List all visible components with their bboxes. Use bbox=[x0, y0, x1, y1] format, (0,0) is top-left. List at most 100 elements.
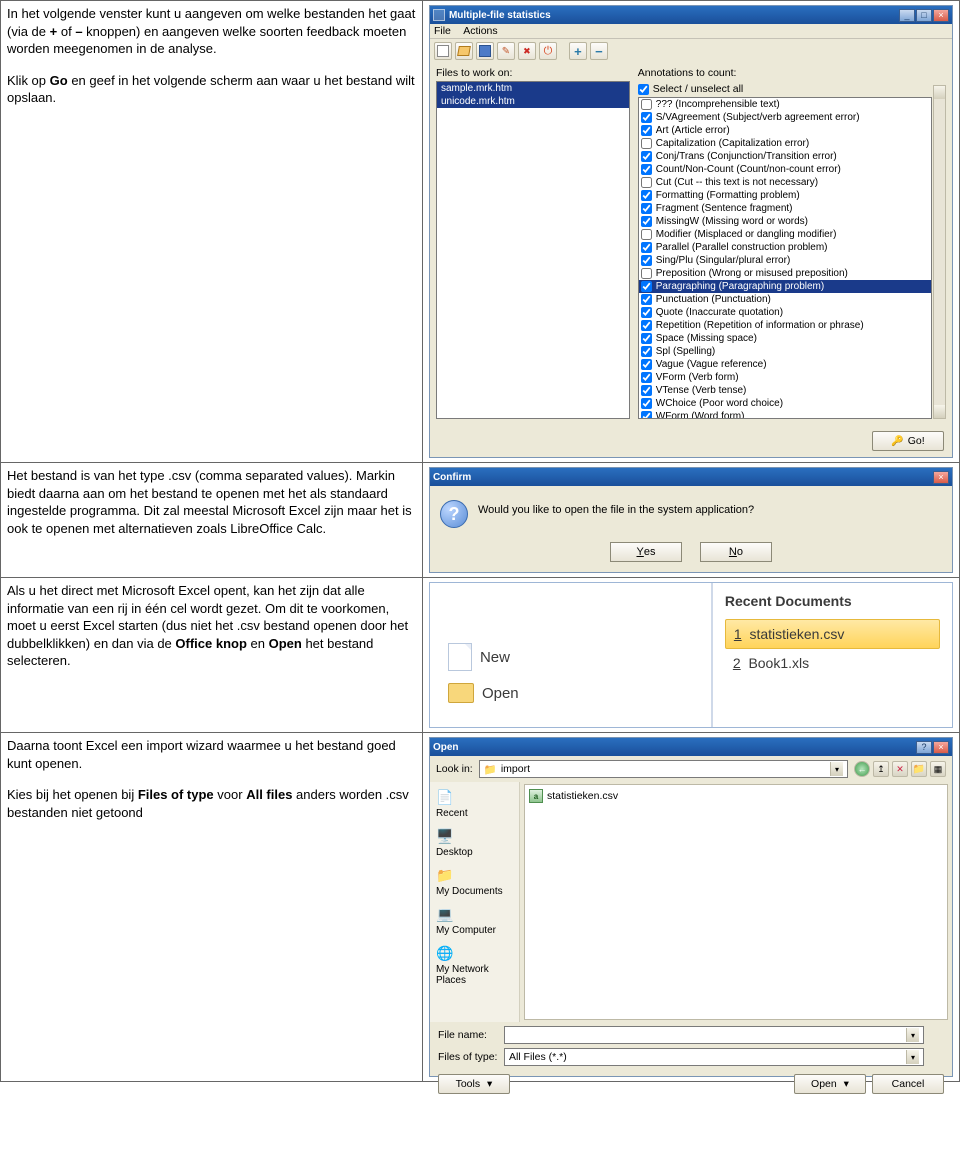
no-button[interactable]: No bbox=[700, 542, 772, 562]
files-listbox[interactable]: sample.mrk.htm unicode.mrk.htm bbox=[436, 81, 630, 419]
up-icon[interactable] bbox=[873, 761, 889, 777]
annotation-checkbox[interactable] bbox=[641, 294, 652, 305]
file-item[interactable]: unicode.mrk.htm bbox=[437, 95, 629, 108]
delete-icon[interactable] bbox=[892, 761, 908, 777]
tools-button[interactable]: Tools ▾ bbox=[438, 1074, 510, 1094]
annotation-checkbox[interactable] bbox=[641, 372, 652, 383]
annotation-item[interactable]: Space (Missing space) bbox=[639, 332, 931, 345]
close-button[interactable]: × bbox=[933, 741, 949, 754]
select-all-checkbox[interactable] bbox=[638, 84, 649, 95]
annotation-item[interactable]: Spl (Spelling) bbox=[639, 345, 931, 358]
recent-item-1[interactable]: 1 statistieken.csv bbox=[725, 619, 940, 649]
delete-icon[interactable] bbox=[518, 42, 536, 60]
annotation-item[interactable]: WForm (Word form) bbox=[639, 410, 931, 419]
annotation-checkbox[interactable] bbox=[641, 320, 652, 331]
annotation-checkbox[interactable] bbox=[641, 177, 652, 188]
annotation-item[interactable]: Capitalization (Capitalization error) bbox=[639, 137, 931, 150]
filename-input[interactable]: ▾ bbox=[504, 1026, 924, 1044]
annotation-label: Fragment (Sentence fragment) bbox=[656, 202, 793, 215]
place-mynetwork[interactable]: 🌐My Network Places bbox=[432, 942, 517, 988]
office-menu-new[interactable]: New bbox=[440, 637, 640, 677]
place-mycomputer[interactable]: 💻My Computer bbox=[432, 903, 517, 938]
yes-button[interactable]: Yes bbox=[610, 542, 682, 562]
new-folder-icon[interactable] bbox=[911, 761, 927, 777]
place-desktop[interactable]: 🖥️Desktop bbox=[432, 825, 517, 860]
annotation-item[interactable]: Sing/Plu (Singular/plural error) bbox=[639, 254, 931, 267]
annotation-item[interactable]: Parallel (Parallel construction problem) bbox=[639, 241, 931, 254]
annotation-item[interactable]: Paragraphing (Paragraphing problem) bbox=[639, 280, 931, 293]
file-item[interactable]: sample.mrk.htm bbox=[437, 82, 629, 95]
dropdown-icon[interactable]: ▾ bbox=[830, 762, 843, 776]
help-button[interactable]: ? bbox=[916, 741, 932, 754]
menu-file[interactable]: File bbox=[434, 25, 451, 37]
annotation-item[interactable]: Formatting (Formatting problem) bbox=[639, 189, 931, 202]
go-button[interactable]: Go! bbox=[872, 431, 944, 451]
annotation-item[interactable]: S/VAgreement (Subject/verb agreement err… bbox=[639, 111, 931, 124]
annotation-checkbox[interactable] bbox=[641, 346, 652, 357]
back-icon[interactable] bbox=[854, 761, 870, 777]
maximize-button[interactable]: □ bbox=[916, 9, 932, 22]
annotation-checkbox[interactable] bbox=[641, 216, 652, 227]
scrollbar[interactable] bbox=[933, 85, 946, 419]
annotation-item[interactable]: VTense (Verb tense) bbox=[639, 384, 931, 397]
annotation-item[interactable]: Quote (Inaccurate quotation) bbox=[639, 306, 931, 319]
annotation-checkbox[interactable] bbox=[641, 385, 652, 396]
edit-icon[interactable] bbox=[497, 42, 515, 60]
annotation-checkbox[interactable] bbox=[641, 307, 652, 318]
annotation-checkbox[interactable] bbox=[641, 125, 652, 136]
annotation-item[interactable]: Punctuation (Punctuation) bbox=[639, 293, 931, 306]
annotation-checkbox[interactable] bbox=[641, 333, 652, 344]
annotation-item[interactable]: WChoice (Poor word choice) bbox=[639, 397, 931, 410]
open-icon[interactable] bbox=[455, 42, 473, 60]
office-menu-open[interactable]: Open bbox=[440, 677, 640, 709]
file-list[interactable]: a statistieken.csv bbox=[524, 784, 948, 1020]
place-mydocuments[interactable]: 📁My Documents bbox=[432, 864, 517, 899]
annotations-checklist[interactable]: ??? (Incomprehensible text)S/VAgreement … bbox=[638, 97, 932, 419]
file-item[interactable]: a statistieken.csv bbox=[529, 789, 943, 803]
annotation-item[interactable]: Count/Non-Count (Count/non-count error) bbox=[639, 163, 931, 176]
add-file-icon[interactable] bbox=[569, 42, 587, 60]
annotation-checkbox[interactable] bbox=[641, 151, 652, 162]
annotation-checkbox[interactable] bbox=[641, 268, 652, 279]
annotation-checkbox[interactable] bbox=[641, 99, 652, 110]
annotation-item[interactable]: ??? (Incomprehensible text) bbox=[639, 98, 931, 111]
annotation-checkbox[interactable] bbox=[641, 411, 652, 419]
look-in-combo[interactable]: 📁 import ▾ bbox=[479, 760, 848, 778]
menu-actions[interactable]: Actions bbox=[463, 25, 497, 37]
annotation-item[interactable]: Fragment (Sentence fragment) bbox=[639, 202, 931, 215]
annotation-item[interactable]: Vague (Vague reference) bbox=[639, 358, 931, 371]
place-recent[interactable]: 📄Recent bbox=[432, 786, 517, 821]
annotation-item[interactable]: Repetition (Repetition of information or… bbox=[639, 319, 931, 332]
annotation-checkbox[interactable] bbox=[641, 281, 652, 292]
annotation-checkbox[interactable] bbox=[641, 359, 652, 370]
annotation-checkbox[interactable] bbox=[641, 255, 652, 266]
annotation-checkbox[interactable] bbox=[641, 138, 652, 149]
annotation-item[interactable]: Modifier (Misplaced or dangling modifier… bbox=[639, 228, 931, 241]
recent-item-2[interactable]: 2 Book1.xls bbox=[725, 649, 940, 677]
annotation-checkbox[interactable] bbox=[641, 190, 652, 201]
annotation-item[interactable]: VForm (Verb form) bbox=[639, 371, 931, 384]
open-button[interactable]: Open ▾ bbox=[794, 1074, 866, 1094]
views-icon[interactable] bbox=[930, 761, 946, 777]
power-icon[interactable] bbox=[539, 42, 557, 60]
annotation-item[interactable]: Art (Article error) bbox=[639, 124, 931, 137]
filetype-combo[interactable]: All Files (*.*)▾ bbox=[504, 1048, 924, 1066]
annotation-item[interactable]: Preposition (Wrong or misused prepositio… bbox=[639, 267, 931, 280]
annotation-item[interactable]: Cut (Cut -- this text is not necessary) bbox=[639, 176, 931, 189]
annotation-checkbox[interactable] bbox=[641, 229, 652, 240]
annotation-checkbox[interactable] bbox=[641, 164, 652, 175]
annotation-item[interactable]: Conj/Trans (Conjunction/Transition error… bbox=[639, 150, 931, 163]
annotation-checkbox[interactable] bbox=[641, 242, 652, 253]
annotation-item[interactable]: MissingW (Missing word or words) bbox=[639, 215, 931, 228]
annotation-checkbox[interactable] bbox=[641, 203, 652, 214]
remove-file-icon[interactable] bbox=[590, 42, 608, 60]
close-button[interactable]: × bbox=[933, 9, 949, 22]
close-button[interactable]: × bbox=[933, 471, 949, 484]
annotation-checkbox[interactable] bbox=[641, 398, 652, 409]
new-icon[interactable] bbox=[434, 42, 452, 60]
cancel-button[interactable]: Cancel bbox=[872, 1074, 944, 1094]
annotation-label: Quote (Inaccurate quotation) bbox=[656, 306, 783, 319]
minimize-button[interactable]: _ bbox=[899, 9, 915, 22]
annotation-checkbox[interactable] bbox=[641, 112, 652, 123]
save-icon[interactable] bbox=[476, 42, 494, 60]
